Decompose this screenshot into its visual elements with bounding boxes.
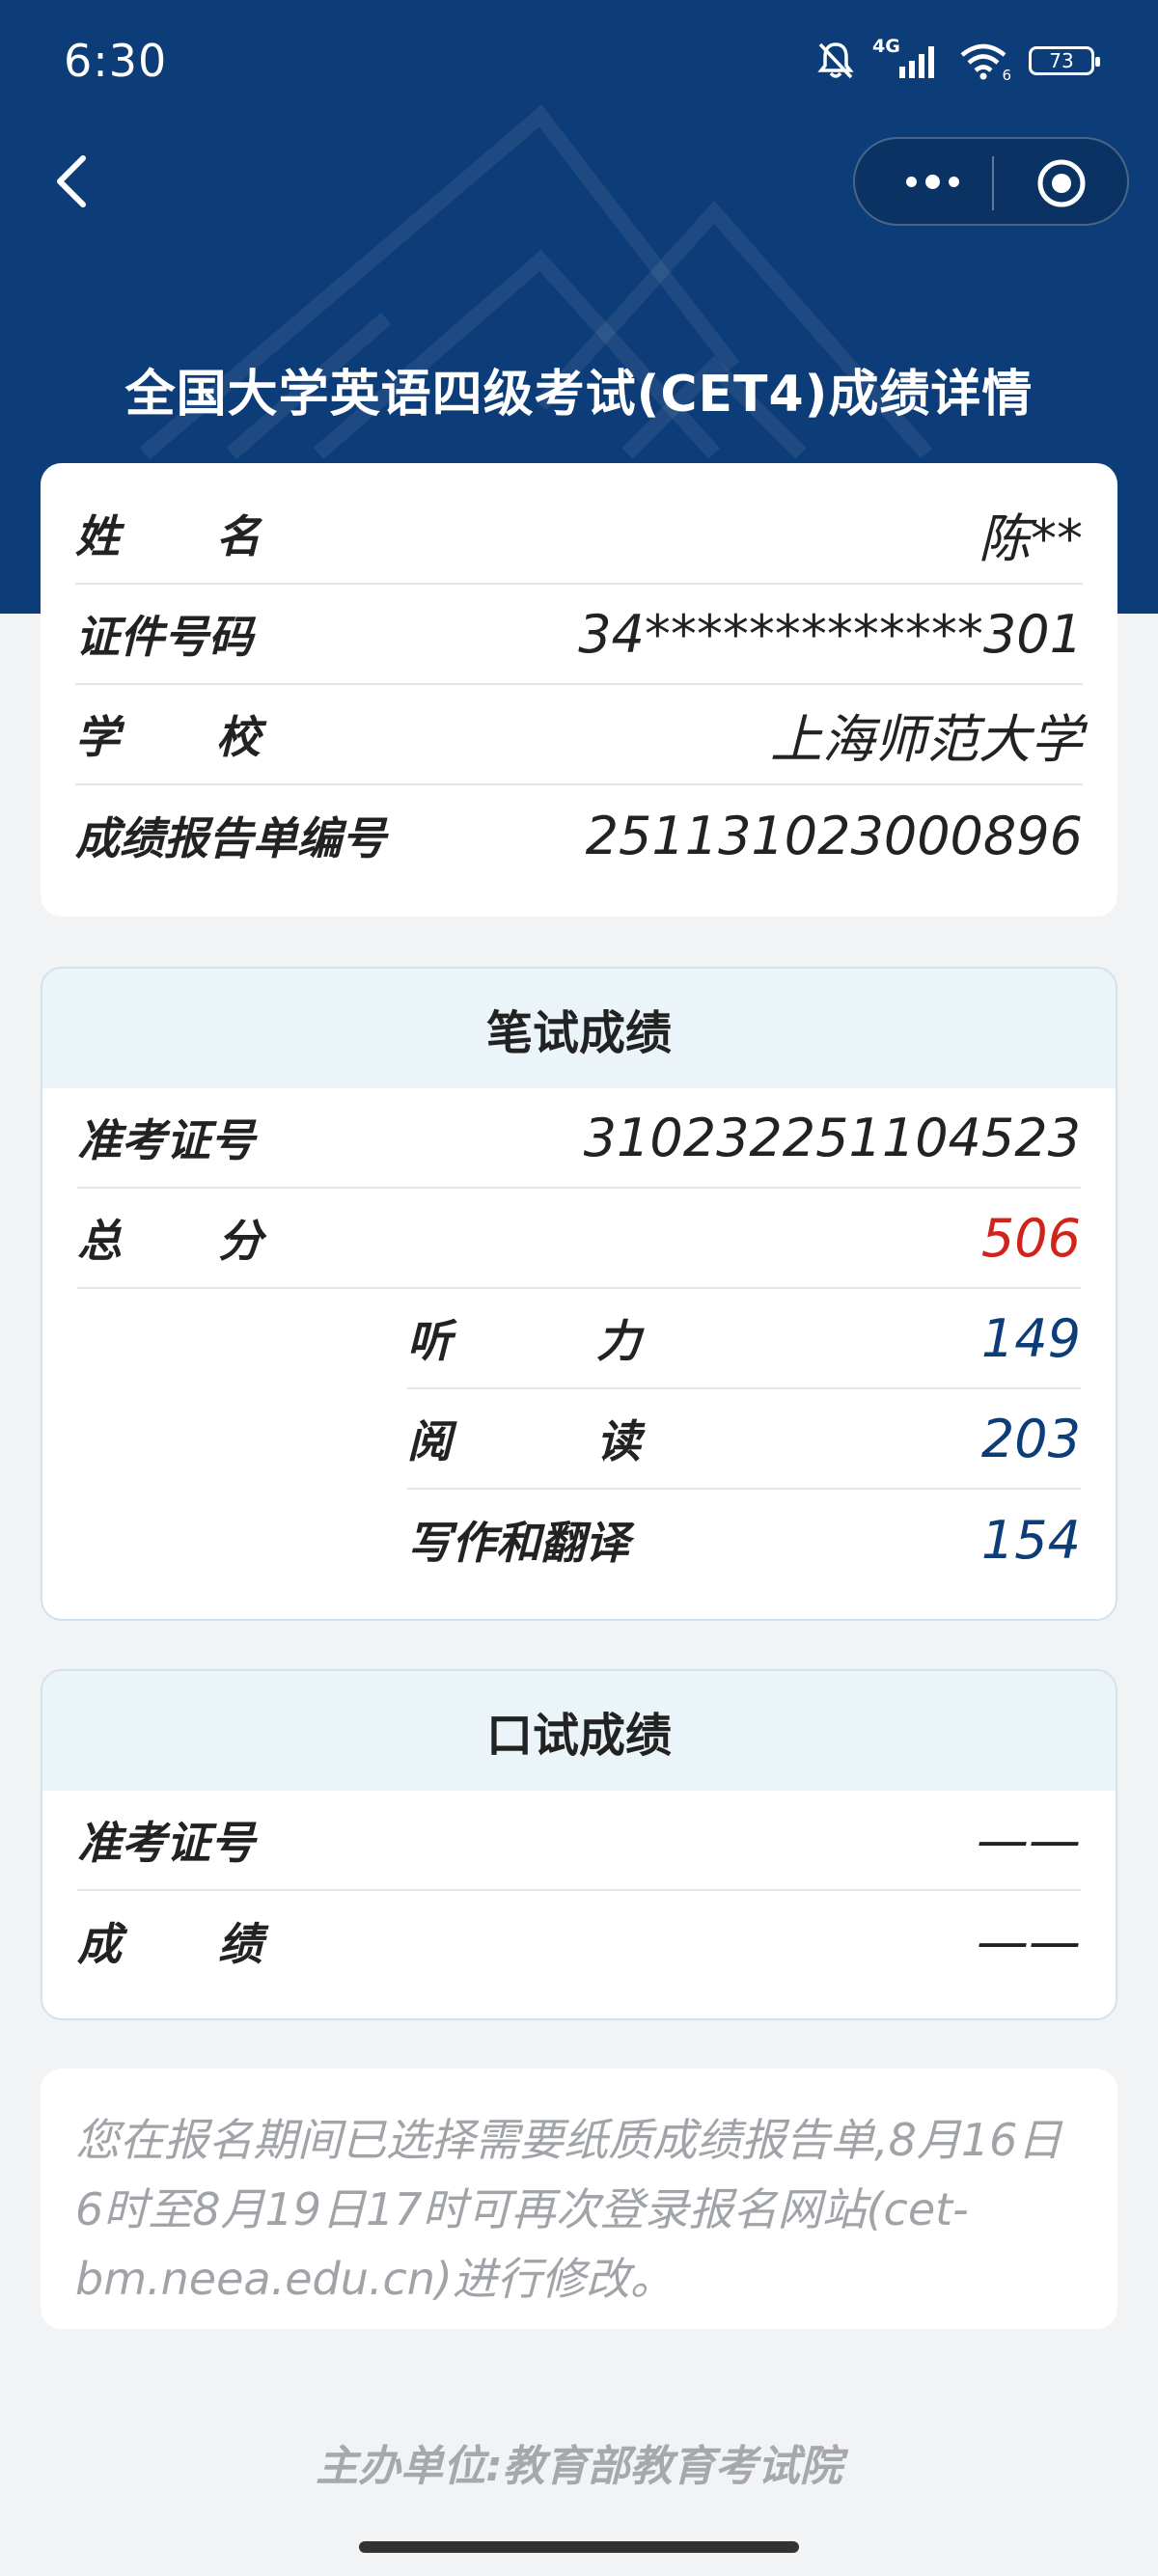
id-number-label: 证件号码 (75, 611, 253, 663)
page-title: 全国大学英语四级考试(CET4)成绩详情 (124, 366, 1034, 424)
info-row: 成绩报告单编号 251131023000896 (75, 785, 1083, 886)
info-row: 姓名 陈** (75, 484, 1083, 585)
info-row: 学校 上海师范大学 (75, 685, 1083, 785)
writing-translation-score-row: 写作和翻译 154 (407, 1490, 1081, 1590)
oral-score-label: 成绩 (77, 1918, 359, 1970)
id-number-value: 34*************301 (578, 603, 1083, 665)
status-time: 6:30 (64, 35, 168, 87)
personal-info-card: 姓名 陈** 证件号码 34*************301 学校 上海师范大学… (41, 463, 1117, 917)
wifi-standard-label: 6 (1002, 67, 1011, 84)
reading-value: 203 (980, 1408, 1081, 1469)
total-score-label: 总分 (77, 1215, 359, 1267)
paper-report-notice: 您在报名期间已选择需要纸质成绩报告单,8月16日6时至8月19日17时可再次登录… (41, 2069, 1117, 2329)
capsule-divider (992, 156, 994, 210)
oral-score-card: 口试成绩 准考证号 —— 成绩 —— (41, 1669, 1117, 2020)
written-score-card: 笔试成绩 准考证号 310232251104523 总分 506 听力 149 … (41, 967, 1117, 1621)
close-miniprogram-icon[interactable] (1034, 156, 1089, 210)
total-score-value: 506 (980, 1207, 1081, 1269)
mute-bell-icon (817, 42, 854, 79)
written-score-title: 笔试成绩 (42, 969, 1116, 1088)
oral-score-title: 口试成绩 (42, 1671, 1116, 1791)
oral-ticket-label: 准考证号 (77, 1817, 255, 1869)
oral-score-value: —— (977, 1910, 1081, 1972)
more-options-icon[interactable] (894, 160, 971, 203)
school-value: 上海师范大学 (770, 708, 1083, 770)
battery-icon: 73 (1029, 46, 1100, 75)
written-ticket-value: 310232251104523 (583, 1107, 1081, 1168)
listening-score-row: 听力 149 (407, 1289, 1081, 1389)
writing-translation-label: 写作和翻译 (407, 1517, 629, 1569)
organizer-footer: 主办单位:教育部教育考试院 (316, 2442, 842, 2491)
battery-level: 73 (1049, 49, 1074, 72)
back-arrow-icon[interactable] (48, 151, 95, 212)
status-bar: 6:30 4G 6 73 (0, 0, 1158, 125)
name-label: 姓名 (75, 510, 357, 562)
written-ticket-row: 准考证号 310232251104523 (77, 1088, 1081, 1189)
miniprogram-capsule (853, 137, 1129, 226)
written-ticket-label: 准考证号 (77, 1114, 255, 1166)
reading-label: 阅读 (407, 1415, 786, 1467)
oral-ticket-value: —— (977, 1809, 1081, 1871)
report-number-value: 251131023000896 (585, 805, 1083, 866)
writing-translation-value: 154 (980, 1509, 1081, 1571)
info-row: 证件号码 34*************301 (75, 585, 1083, 685)
listening-value: 149 (980, 1307, 1081, 1369)
report-number-label: 成绩报告单编号 (75, 812, 386, 864)
oral-ticket-row: 准考证号 —— (77, 1791, 1081, 1891)
cellular-signal-icon: 4G (872, 36, 942, 80)
reading-score-row: 阅读 203 (407, 1389, 1081, 1490)
oral-score-row: 成绩 —— (77, 1891, 1081, 1991)
school-label: 学校 (75, 711, 357, 763)
listening-label: 听力 (407, 1315, 786, 1367)
total-score-row: 总分 506 (77, 1189, 1081, 1289)
name-value: 陈** (979, 507, 1083, 569)
wifi-icon: 6 (959, 41, 1011, 84)
home-indicator[interactable] (359, 2541, 799, 2553)
